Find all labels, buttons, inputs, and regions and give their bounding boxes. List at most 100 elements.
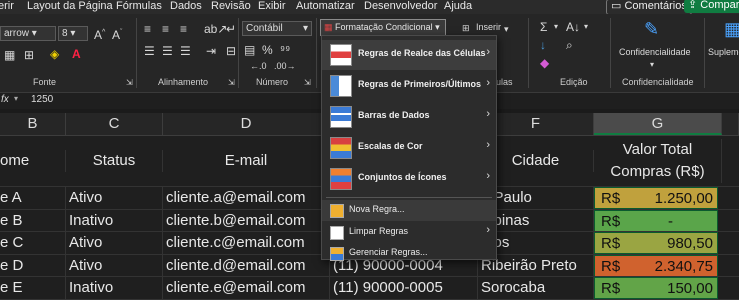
- decrease-font-icon[interactable]: Aˇ: [112, 26, 122, 42]
- menu-item-color-scales[interactable]: Escalas de Cor ›: [322, 133, 496, 163]
- menu-page-layout[interactable]: Layout da Página: [27, 0, 113, 14]
- add-ins-icon[interactable]: ▦: [724, 20, 739, 38]
- increase-decimal-icon[interactable]: ←.0: [250, 59, 267, 73]
- menu-item-new-rule[interactable]: Nova Regra...: [322, 200, 496, 221]
- sensitivity-button[interactable]: Confidencialidade: [619, 47, 691, 57]
- bold-icon[interactable]: ▦: [4, 48, 15, 62]
- conditional-formatting-button[interactable]: ▦ Formatação Condicional ▾: [320, 19, 446, 36]
- cell-status[interactable]: Ativo: [66, 232, 163, 254]
- column-header-g[interactable]: G: [594, 113, 722, 135]
- cell-name[interactable]: e C: [0, 232, 66, 254]
- add-ins-button[interactable]: Suplemen: [708, 47, 739, 57]
- header-name[interactable]: ome: [0, 150, 66, 172]
- cell-total-value[interactable]: R$ -: [594, 210, 718, 232]
- cell-name[interactable]: e E: [0, 277, 66, 299]
- formula-input[interactable]: 1250: [31, 94, 53, 105]
- align-right-icon[interactable]: ☰: [180, 44, 191, 58]
- cell-email[interactable]: cliente.c@email.com: [163, 232, 330, 254]
- menu-item-top-bottom-rules[interactable]: Regras de Primeiros/Últimos ›: [322, 71, 496, 101]
- cell-name[interactable]: e A: [0, 187, 66, 209]
- percent-icon[interactable]: %: [262, 43, 273, 57]
- cell-status[interactable]: Inativo: [66, 210, 163, 232]
- find-select-icon[interactable]: ⌕: [566, 38, 573, 52]
- menu-item-icon-sets[interactable]: Conjuntos de Ícones ›: [322, 164, 496, 194]
- cell-total-value[interactable]: R$ 1.250,00: [594, 187, 718, 209]
- autosum-icon[interactable]: Σ: [540, 20, 547, 34]
- column-header-c[interactable]: C: [66, 113, 163, 135]
- insert-dropdown-icon[interactable]: ▾: [504, 22, 509, 36]
- orientation-icon[interactable]: ab↗: [204, 22, 227, 36]
- cell-total-value[interactable]: R$ 150,00: [594, 277, 718, 299]
- menu-item-highlight-rules[interactable]: Regras de Realce das Células ›: [322, 40, 496, 70]
- merge-cells-icon[interactable]: ⊟: [226, 44, 236, 58]
- alignment-dialog-launcher-icon[interactable]: ⇲: [228, 76, 235, 90]
- align-top-icon[interactable]: ≡: [144, 22, 151, 36]
- submenu-arrow-icon: ›: [486, 139, 490, 151]
- cell-total-value[interactable]: R$ 980,50: [594, 232, 718, 254]
- number-dialog-launcher-icon[interactable]: ⇲: [304, 76, 311, 90]
- sort-dropdown-icon[interactable]: ▾: [584, 20, 588, 34]
- header-email[interactable]: E-mail: [163, 150, 330, 172]
- cell-status[interactable]: Ativo: [66, 187, 163, 209]
- font-color-icon[interactable]: A: [72, 47, 81, 61]
- align-bottom-icon[interactable]: ≡: [180, 22, 187, 36]
- column-header-d[interactable]: D: [163, 113, 330, 135]
- sort-filter-icon[interactable]: A↓: [566, 20, 580, 34]
- font-name-select[interactable]: arrow ▾: [0, 26, 56, 41]
- sensitivity-icon[interactable]: ✎: [644, 20, 659, 38]
- font-dialog-launcher-icon[interactable]: ⇲: [126, 76, 133, 90]
- autosum-dropdown-icon[interactable]: ▾: [554, 20, 558, 34]
- header-total-line1[interactable]: Valor Total: [594, 139, 722, 161]
- menu-insert[interactable]: erir: [0, 0, 14, 14]
- increase-font-icon[interactable]: A^: [94, 26, 105, 42]
- cell-email[interactable]: cliente.e@email.com: [163, 277, 330, 299]
- sensitivity-dropdown-icon[interactable]: ▾: [650, 58, 654, 72]
- cell-name[interactable]: e D: [0, 255, 66, 277]
- insert-button[interactable]: Inserir: [476, 22, 501, 32]
- indent-icon[interactable]: ⇥: [206, 44, 216, 58]
- header-total-line2[interactable]: Compras (R$): [594, 161, 722, 183]
- cell-total-value[interactable]: R$ 2.340,75: [594, 255, 718, 277]
- comments-button[interactable]: ▭ Comentários: [606, 0, 692, 15]
- fill-color-icon[interactable]: ◈: [50, 47, 59, 61]
- borders-icon[interactable]: ⊞: [24, 48, 34, 62]
- menu-data[interactable]: Dados: [170, 0, 202, 14]
- column-header-h[interactable]: [722, 113, 739, 135]
- cell-email[interactable]: cliente.d@email.com: [163, 255, 330, 277]
- cell-status[interactable]: Ativo: [66, 255, 163, 277]
- align-center-icon[interactable]: ☰: [162, 44, 173, 58]
- insert-icon[interactable]: ⊞: [462, 21, 470, 35]
- font-size-select[interactable]: 8 ▾: [58, 26, 88, 41]
- header-status[interactable]: Status: [66, 150, 163, 172]
- manage-rules-icon: [330, 247, 344, 261]
- menu-item-data-bars[interactable]: Barras de Dados ›: [322, 102, 496, 132]
- fill-icon[interactable]: ↓: [540, 38, 546, 52]
- menu-view[interactable]: Exibir: [258, 0, 286, 14]
- menu-item-clear-rules[interactable]: Limpar Regras ›: [322, 222, 496, 243]
- menu-review[interactable]: Revisão: [211, 0, 251, 14]
- cell-email[interactable]: cliente.b@email.com: [163, 210, 330, 232]
- cells-group-label: ulas: [496, 77, 513, 87]
- currency-icon[interactable]: ▤: [244, 43, 255, 57]
- wrap-text-icon[interactable]: ↵: [226, 22, 236, 36]
- cell-city[interactable]: Sorocaba: [478, 277, 594, 299]
- cell-status[interactable]: Inativo: [66, 277, 163, 299]
- align-left-icon[interactable]: ☰: [144, 44, 155, 58]
- menu-automate[interactable]: Automatizar: [296, 0, 355, 14]
- comma-style-icon[interactable]: ⁹⁹: [280, 43, 290, 57]
- top-bottom-rules-icon: [330, 75, 352, 97]
- menu-formulas[interactable]: Fórmulas: [116, 0, 162, 14]
- menu-developer[interactable]: Desenvolvedor: [364, 0, 437, 14]
- clear-icon[interactable]: ◆: [540, 56, 549, 70]
- align-middle-icon[interactable]: ≡: [162, 22, 169, 36]
- column-header-b[interactable]: B: [0, 113, 66, 135]
- menu-help[interactable]: Ajuda: [444, 0, 472, 14]
- menu-item-manage-rules[interactable]: Gerenciar Regras...: [322, 243, 496, 264]
- cell-phone[interactable]: (11) 90000-0005: [330, 277, 478, 299]
- cell-email[interactable]: cliente.a@email.com: [163, 187, 330, 209]
- fx-dropdown-icon[interactable]: ▾: [14, 94, 18, 103]
- decrease-decimal-icon[interactable]: .00→: [274, 59, 296, 73]
- number-format-select[interactable]: Contábil ▾: [242, 21, 312, 36]
- cell-name[interactable]: e B: [0, 210, 66, 232]
- share-button[interactable]: ⇪ Compart: [684, 0, 739, 13]
